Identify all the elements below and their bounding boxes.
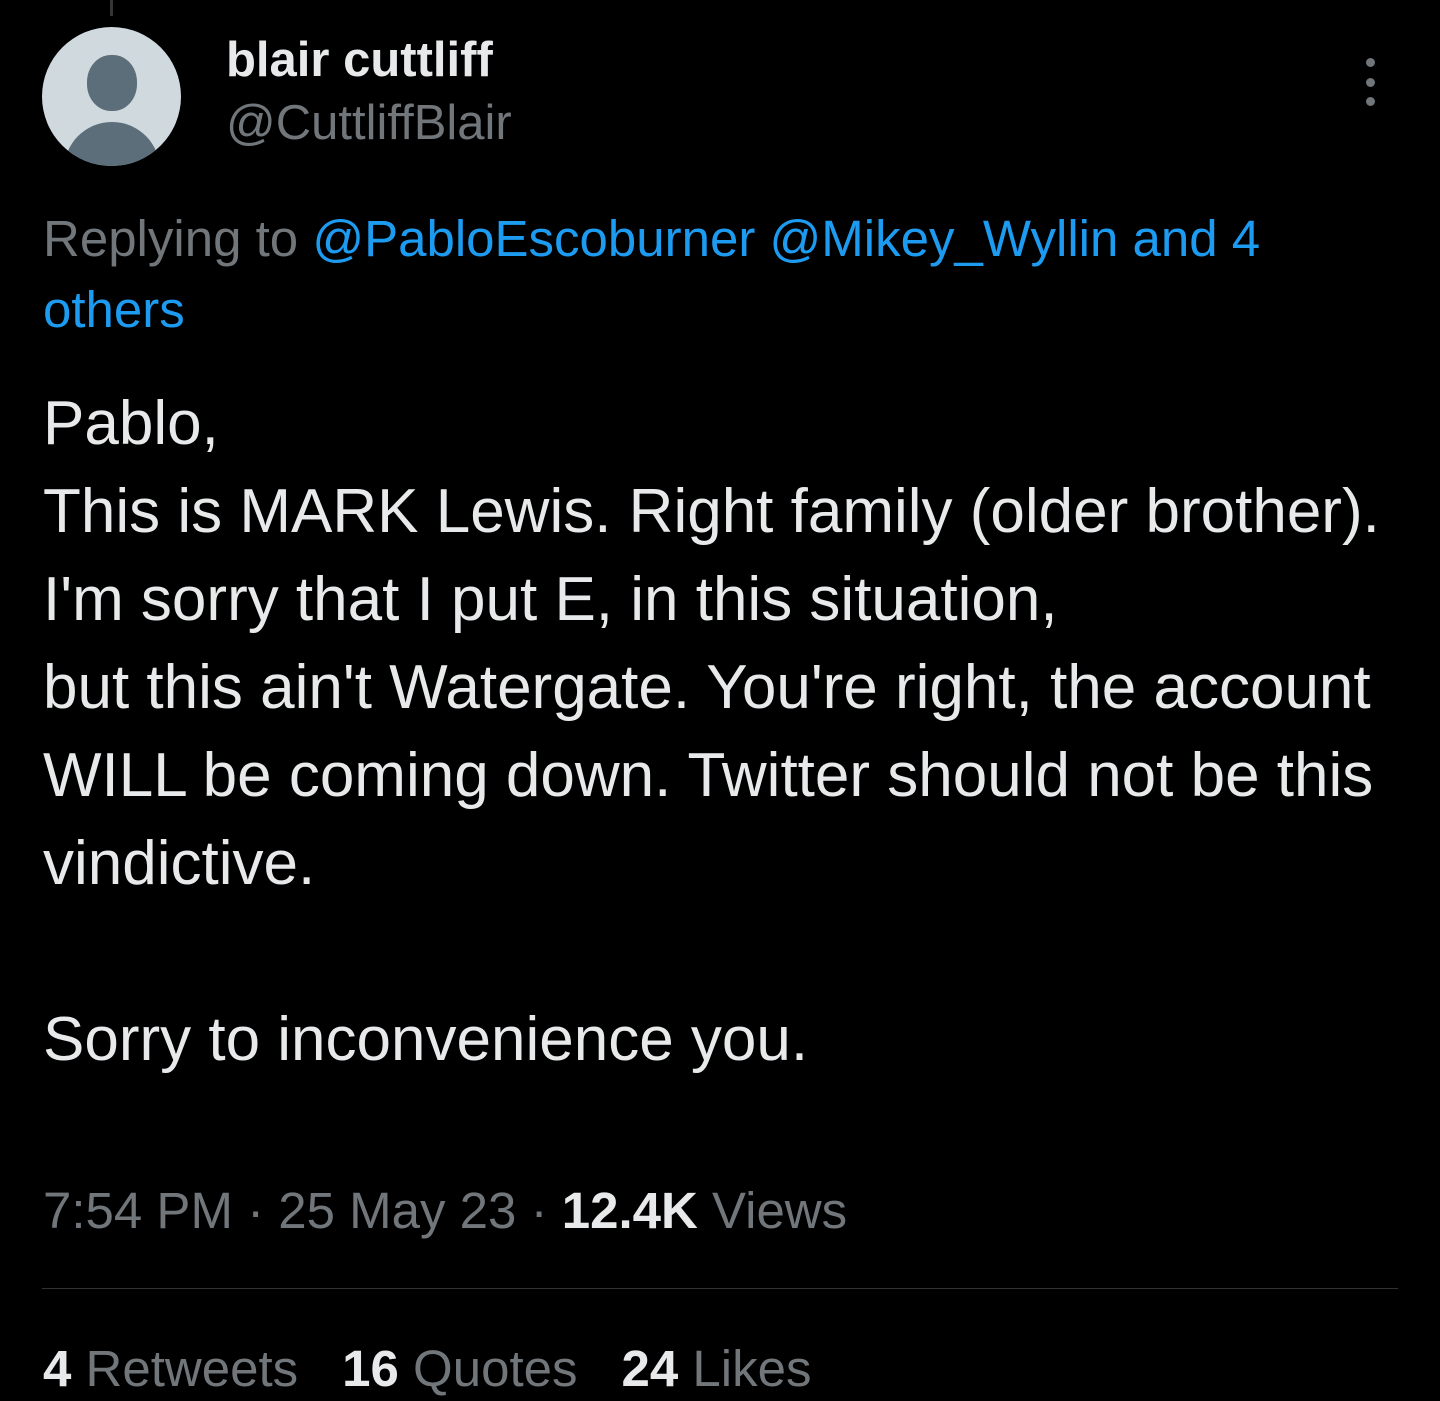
avatar-shoulders-shape	[64, 122, 160, 166]
meta-separator: ·	[530, 1182, 548, 1239]
more-dot	[1365, 58, 1375, 67]
quotes-count: 16	[342, 1340, 399, 1397]
author-handle[interactable]: @CuttliffBlair	[226, 96, 512, 151]
more-dot	[1365, 77, 1375, 87]
more-vertical-icon[interactable]	[1346, 52, 1394, 112]
quotes-label: Quotes	[413, 1340, 578, 1397]
avatar-head-shape	[87, 55, 137, 111]
mention-link[interactable]: @PabloEscoburner	[312, 210, 755, 267]
engagement-stats: 4 Retweets 16 Quotes 24 Likes	[43, 1338, 855, 1399]
replying-to-prefix: Replying to	[43, 210, 299, 267]
quotes-stat[interactable]: 16 Quotes	[342, 1338, 577, 1399]
tweet-date[interactable]: 25 May 23	[278, 1182, 516, 1239]
likes-count: 24	[621, 1340, 679, 1397]
views-count: 12.4K	[561, 1182, 698, 1239]
divider	[42, 1288, 1398, 1289]
thread-connector-line	[110, 0, 113, 16]
replying-to-line: Replying to @PabloEscoburner @Mikey_Wyll…	[43, 203, 1403, 345]
retweets-stat[interactable]: 4 Retweets	[43, 1338, 298, 1399]
more-dot	[1365, 97, 1375, 106]
tweet-text: Pablo, This is MARK Lewis. Right family …	[43, 389, 1380, 1074]
author-display-name[interactable]: blair cuttliff	[226, 33, 493, 88]
tweet-time[interactable]: 7:54 PM	[43, 1182, 233, 1239]
views-label: Views	[712, 1182, 848, 1239]
retweets-count: 4	[43, 1340, 72, 1397]
retweets-label: Retweets	[85, 1340, 299, 1397]
likes-stat[interactable]: 24 Likes	[621, 1338, 811, 1399]
tweet-meta: 7:54 PM · 25 May 23 · 12.4K Views	[43, 1180, 847, 1241]
likes-label: Likes	[692, 1340, 812, 1397]
mention-link[interactable]: @Mikey_Wyllin	[770, 210, 1119, 267]
default-profile-avatar-icon[interactable]	[42, 27, 181, 166]
meta-separator: ·	[247, 1182, 265, 1239]
